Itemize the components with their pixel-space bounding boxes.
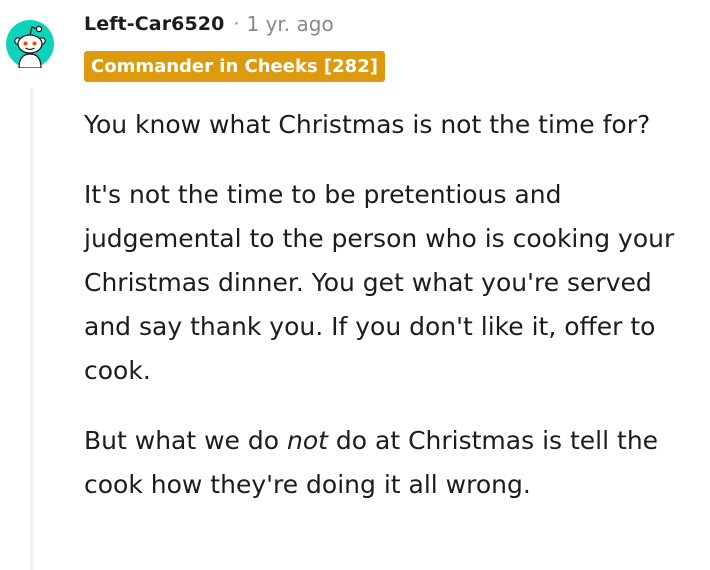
meta-separator: · (233, 13, 240, 35)
comment-timestamp[interactable]: 1 yr. ago (247, 12, 334, 36)
emphasized-text: not (287, 426, 328, 455)
user-flair-badge: Commander in Cheeks [282] (84, 51, 385, 82)
comment-paragraph: But what we do not do at Christmas is te… (84, 419, 684, 507)
paragraph-text-before: But what we do (84, 426, 287, 455)
author-username[interactable]: Left-Car6520 (84, 13, 224, 35)
comment-header: Left-Car6520 · 1 yr. ago (84, 10, 334, 38)
comment-paragraph: You know what Christmas is not the time … (84, 110, 651, 139)
comment-body: You know what Christmas is not the time … (84, 103, 684, 507)
avatar[interactable] (6, 20, 54, 68)
comment-paragraph: It's not the time to be pretentious and … (84, 180, 675, 385)
thread-line[interactable] (30, 88, 33, 570)
